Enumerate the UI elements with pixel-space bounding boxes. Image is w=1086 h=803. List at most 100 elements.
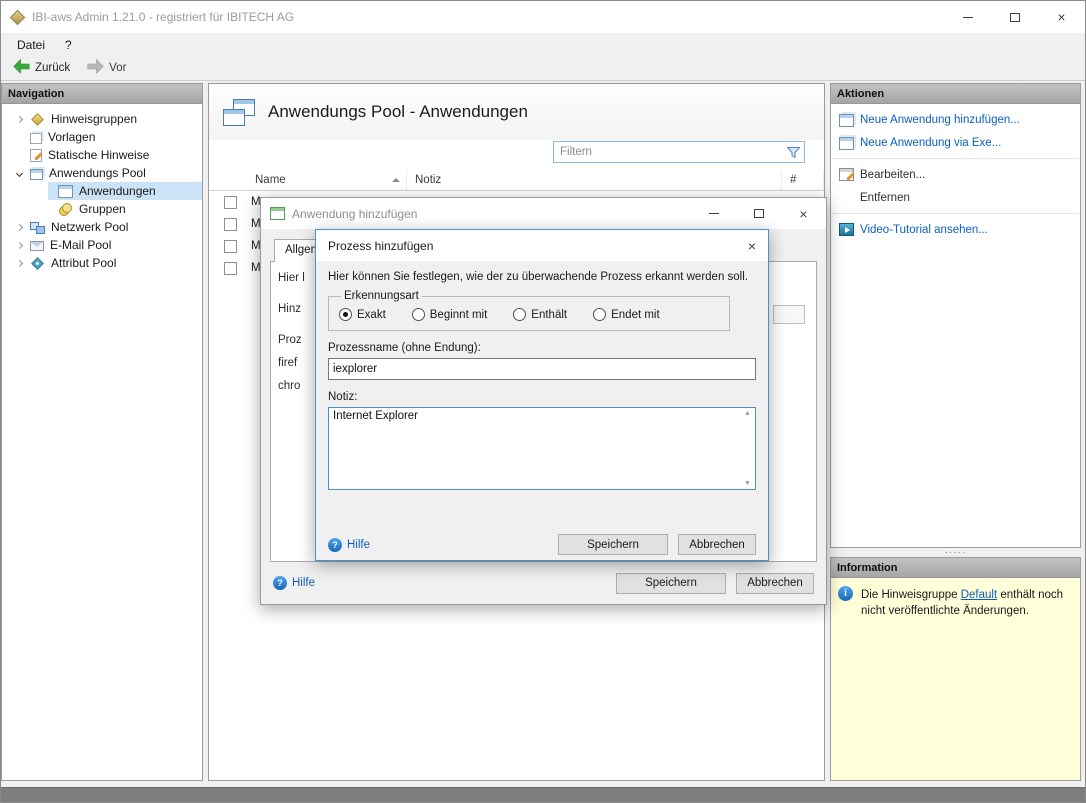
expander[interactable] <box>8 117 30 122</box>
action-video-tutorial[interactable]: Video-Tutorial ansehen... <box>832 218 1079 241</box>
sidebar-item-hinweisgruppen[interactable]: Hinweisgruppen <box>2 110 202 128</box>
detection-group: Erkennungsart Exakt Beginnt mit Enthält <box>328 290 730 331</box>
expander[interactable] <box>8 243 30 248</box>
fragment-text: Hinz <box>278 303 301 315</box>
menu-datei[interactable]: Datei <box>7 35 55 55</box>
dialog-icon <box>270 207 285 220</box>
help-link[interactable]: ? Hilfe <box>328 538 370 552</box>
window-title: IBI-aws Admin 1.21.0 - registriert für I… <box>32 10 294 24</box>
dialog-footer: ? Hilfe Speichern Abbrechen <box>328 528 756 560</box>
sidebar-item-vorlagen[interactable]: Vorlagen <box>2 128 202 146</box>
scroll-down-icon[interactable]: ▼ <box>744 480 751 487</box>
minimize-button[interactable] <box>691 198 736 229</box>
action-neue-anwendung-via-exe[interactable]: Neue Anwendung via Exe... <box>832 131 1079 154</box>
window-controls: × <box>944 1 1085 33</box>
detection-radio-row: Exakt Beginnt mit Enthält Endet mit <box>339 308 719 321</box>
dialog-title: Prozess hinzufügen <box>328 239 433 253</box>
column-header-count[interactable]: # <box>782 170 824 190</box>
back-button[interactable]: Zurück <box>6 57 77 79</box>
column-header-name[interactable]: Name <box>247 170 407 190</box>
process-name-input[interactable] <box>328 358 756 380</box>
sidebar-item-netzwerk-pool[interactable]: Netzwerk Pool <box>2 218 202 236</box>
maximize-button[interactable] <box>736 198 781 229</box>
forward-button[interactable]: Vor <box>80 57 133 79</box>
radio-enthaelt[interactable]: Enthält <box>513 308 567 321</box>
close-button[interactable]: × <box>736 230 768 261</box>
radio-endet-mit[interactable]: Endet mit <box>593 308 660 321</box>
expander[interactable] <box>8 261 30 266</box>
chevron-right-icon <box>15 115 22 122</box>
action-group: Neue Anwendung hinzufügen... Neue Anwend… <box>832 104 1079 159</box>
cancel-button[interactable]: Abbrechen <box>678 534 756 555</box>
help-icon: ? <box>273 576 287 590</box>
action-neue-anwendung-hinzufuegen[interactable]: Neue Anwendung hinzufügen... <box>832 108 1079 131</box>
menu-bar: Datei ? <box>1 33 1085 56</box>
filter-box <box>553 141 805 163</box>
sidebar-item-email-pool[interactable]: E-Mail Pool <box>2 236 202 254</box>
note-textarea[interactable]: Internet Explorer <box>329 408 755 489</box>
row-checkbox[interactable] <box>224 240 237 253</box>
sidebar-item-statische-hinweise[interactable]: Statische Hinweise <box>2 146 202 164</box>
minimize-button[interactable] <box>944 1 991 33</box>
app-window: IBI-aws Admin 1.21.0 - registriert für I… <box>0 0 1086 803</box>
row-checkbox[interactable] <box>224 262 237 275</box>
row-checkbox[interactable] <box>224 218 237 231</box>
action-entfernen[interactable]: Entfernen <box>832 186 1079 209</box>
textarea-scrollbar[interactable]: ▲ ▼ <box>740 408 755 489</box>
netzwerk-pool-icon <box>30 221 45 234</box>
dialog-window-controls: × <box>691 198 826 229</box>
sidebar-item-anwendungs-pool[interactable]: Anwendungs Pool <box>2 164 202 182</box>
information-panel: Information i Die Hinweisgruppe Default … <box>830 557 1081 781</box>
radio-selected-icon <box>339 308 352 321</box>
video-tutorial-icon <box>839 223 854 236</box>
anwendungs-pool-icon <box>30 169 43 180</box>
column-header-notiz[interactable]: Notiz <box>407 170 782 190</box>
actions-panel: Aktionen Neue Anwendung hinzufügen... Ne… <box>830 83 1081 548</box>
scroll-up-icon[interactable]: ▲ <box>744 410 751 417</box>
fragment-text: Proz <box>278 334 302 346</box>
dialog-footer: ? Hilfe Speichern Abbrechen <box>261 562 826 604</box>
applications-icon <box>223 99 255 126</box>
information-text: Die Hinweisgruppe Default enthält noch n… <box>861 589 1063 617</box>
toolbar: Zurück Vor <box>1 56 1085 81</box>
default-group-link[interactable]: Default <box>961 589 997 601</box>
panel-splitter[interactable]: ····· <box>830 548 1081 557</box>
minimize-icon <box>709 213 719 214</box>
radio-icon <box>513 308 526 321</box>
action-bearbeiten[interactable]: Bearbeiten... <box>832 163 1079 186</box>
chevron-right-icon <box>15 223 22 230</box>
dialog-title-bar: Prozess hinzufügen × <box>316 230 768 261</box>
status-bar <box>1 787 1085 803</box>
save-button[interactable]: Speichern <box>558 534 668 555</box>
cancel-button[interactable]: Abbrechen <box>736 573 814 594</box>
fragment-text: chro <box>278 380 300 392</box>
info-icon: i <box>838 586 853 601</box>
radio-icon <box>412 308 425 321</box>
filter-row <box>209 140 824 170</box>
row-checkbox[interactable] <box>224 196 237 209</box>
close-button[interactable]: × <box>1038 1 1085 33</box>
filter-funnel-icon[interactable] <box>782 142 804 162</box>
chevron-down-icon <box>15 169 22 176</box>
table-header: Name Notiz # <box>209 170 824 191</box>
expander[interactable] <box>8 171 30 176</box>
email-pool-icon <box>30 241 44 251</box>
expander[interactable] <box>8 225 30 230</box>
checkbox-column-header[interactable] <box>209 170 247 190</box>
save-button[interactable]: Speichern <box>616 573 726 594</box>
dialog-description: Hier können Sie festlegen, wie der zu üb… <box>328 271 756 283</box>
sidebar-item-gruppen[interactable]: Gruppen <box>2 200 202 218</box>
radio-beginnt-mit[interactable]: Beginnt mit <box>412 308 488 321</box>
close-button[interactable]: × <box>781 198 826 229</box>
sidebar-item-attribut-pool[interactable]: Attribut Pool <box>2 254 202 272</box>
filter-input[interactable] <box>554 146 782 158</box>
sidebar-item-anwendungen[interactable]: Anwendungen <box>2 182 202 200</box>
maximize-button[interactable] <box>991 1 1038 33</box>
menu-help[interactable]: ? <box>55 35 82 55</box>
fragment-text: Hier l <box>278 272 305 284</box>
title-bar: IBI-aws Admin 1.21.0 - registriert für I… <box>1 1 1085 33</box>
right-column: Aktionen Neue Anwendung hinzufügen... Ne… <box>830 83 1081 781</box>
information-header: Information <box>831 558 1080 578</box>
help-link[interactable]: ? Hilfe <box>273 576 315 590</box>
radio-exakt[interactable]: Exakt <box>339 308 386 321</box>
